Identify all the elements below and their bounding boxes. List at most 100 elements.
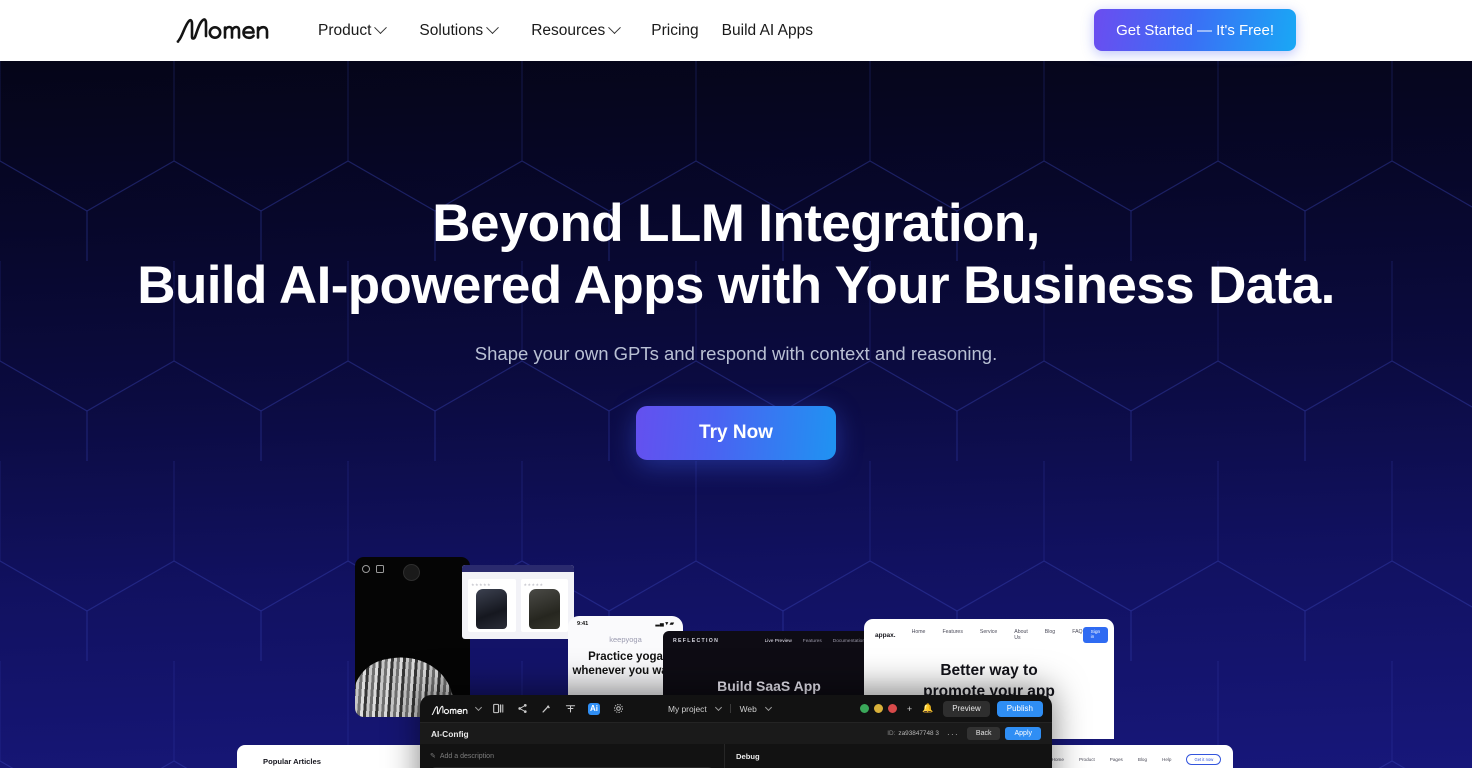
mockup-product-grid[interactable]: ★★★★★ ★★★★★ <box>462 565 574 639</box>
chevron-down-icon[interactable] <box>474 703 483 712</box>
editor-toolbar: Ai My project Web + � <box>420 695 1052 722</box>
appax-links: Home Features Service About Us Blog FAQ <box>912 629 1083 641</box>
talks-link[interactable]: Blog <box>1138 757 1147 762</box>
layout-icon[interactable] <box>492 703 504 715</box>
magic-wand-icon[interactable] <box>540 703 552 715</box>
product-header-bar <box>462 565 574 572</box>
divider <box>729 704 731 713</box>
product-image <box>528 589 560 629</box>
editor-momen-logo[interactable] <box>429 703 471 715</box>
talks-navbar: Home Product Pages Blog Help Get it now <box>1040 745 1233 765</box>
avatar[interactable] <box>886 703 898 714</box>
chevron-down-icon[interactable] <box>764 703 772 712</box>
project-name[interactable]: My project <box>668 704 707 714</box>
top-navbar: Product Solutions Resources Pricing Buil… <box>0 0 1472 61</box>
try-now-button[interactable]: Try Now <box>636 406 836 460</box>
ai-config-body: ✎ Add a description Basic Configuration … <box>420 744 1052 768</box>
preview-button[interactable]: Preview <box>943 700 990 717</box>
hero-subheadline: Shape your own GPTs and respond with con… <box>474 343 998 364</box>
layers-icon[interactable] <box>564 703 576 715</box>
nav-item-label: Build AI Apps <box>721 21 814 39</box>
nav-item-resources[interactable]: Resources <box>531 21 622 40</box>
ai-config-header: AI-Config ID: za93847748 3 ··· Back Apply <box>420 722 1052 744</box>
nav-item-pricing[interactable]: Pricing <box>651 22 698 40</box>
nav-item-product[interactable]: Product <box>318 21 388 40</box>
reflection-navbar: REFLECTION Live Preview Features Documen… <box>663 631 875 644</box>
product-image <box>476 589 508 629</box>
publish-button[interactable]: Publish <box>996 700 1043 717</box>
more-options-icon[interactable]: ··· <box>947 729 959 739</box>
mockup-popular-articles[interactable]: Popular Articles We share common trends,… <box>237 745 435 768</box>
debug-title: Debug <box>736 752 760 761</box>
editor-icon-group: Ai <box>492 702 624 715</box>
avatar[interactable] <box>872 703 884 714</box>
mockup-shoe-store[interactable] <box>355 557 470 717</box>
back-button[interactable]: Back <box>966 727 1001 740</box>
product-card[interactable]: ★★★★★ <box>468 579 516 632</box>
appax-link[interactable]: FAQ <box>1072 629 1082 641</box>
search-icon[interactable] <box>362 565 370 573</box>
editor-right-controls: + 🔔 Preview Publish <box>858 700 1043 717</box>
appax-logo: appax. <box>875 631 896 639</box>
share-icon[interactable] <box>516 703 528 715</box>
status-time: 9:41 <box>577 621 589 627</box>
nav-links: Product Solutions Resources Pricing Buil… <box>318 0 847 61</box>
appax-link[interactable]: About Us <box>1014 629 1028 641</box>
reflection-headline: Build SaaS App <box>717 678 821 694</box>
ai-config-title: AI-Config <box>431 728 469 739</box>
momen-editor-mockup[interactable]: Ai My project Web + � <box>420 695 1052 768</box>
nav-item-build-ai-apps[interactable]: Build AI Apps <box>722 22 813 40</box>
config-id-label: ID: <box>887 730 896 737</box>
talks-link[interactable]: Help <box>1162 757 1171 762</box>
avatar[interactable] <box>858 703 870 714</box>
nav-item-label: Pricing <box>651 21 699 39</box>
config-id: ID: za93847748 3 <box>887 730 939 737</box>
hero-headline: Beyond LLM Integration, Build AI-powered… <box>0 193 1472 317</box>
mockup-talks-site[interactable]: Home Product Pages Blog Help Get it now … <box>1040 745 1233 768</box>
appax-navbar: appax. Home Features Service About Us Bl… <box>864 619 1114 643</box>
appax-headline-l1: Better way to <box>940 662 1038 679</box>
hero-headline-line2: Build AI-powered Apps with Your Business… <box>137 256 1335 315</box>
product-card[interactable]: ★★★★★ <box>520 579 568 632</box>
appax-link[interactable]: Features <box>942 629 962 641</box>
reflection-link[interactable]: Live Preview <box>765 639 792 644</box>
get-started-button[interactable]: Get Started — It's Free! <box>1094 9 1296 51</box>
description-placeholder: Add a description <box>439 752 494 760</box>
rating-stars: ★★★★★ <box>471 582 491 587</box>
appax-link[interactable]: Service <box>980 629 997 641</box>
rating-stars: ★★★★★ <box>523 582 544 587</box>
chevron-down-icon <box>486 21 500 35</box>
product-row: ★★★★★ ★★★★★ <box>462 572 574 639</box>
appax-link[interactable]: Home <box>912 629 926 641</box>
nav-item-solutions[interactable]: Solutions <box>419 21 500 40</box>
talks-cta-button[interactable]: Get it now <box>1186 754 1222 765</box>
status-icons: ▂▄ ▾ ▰ <box>655 621 674 627</box>
appax-signin-button[interactable]: Sign in <box>1082 627 1109 643</box>
momen-logo[interactable] <box>176 16 272 44</box>
chevron-down-icon <box>608 21 622 35</box>
bag-icon[interactable] <box>376 565 384 573</box>
ai-icon[interactable]: Ai <box>588 702 600 715</box>
nav-item-label: Solutions <box>419 21 484 39</box>
hero-headline-line1: Beyond LLM Integration, <box>432 194 1040 253</box>
notification-bell-icon[interactable]: 🔔 <box>922 703 933 714</box>
add-description-field[interactable]: ✎ Add a description <box>430 752 714 761</box>
pencil-icon: ✎ <box>430 753 436 760</box>
debug-pane: Debug Inputs ⌃ Please configure inputs b… <box>725 744 1052 768</box>
brand-badge <box>403 564 420 581</box>
apply-button[interactable]: Apply <box>1005 727 1041 740</box>
talks-link[interactable]: Product <box>1079 757 1095 762</box>
appax-link[interactable]: Blog <box>1045 629 1055 641</box>
gear-icon[interactable] <box>612 703 624 715</box>
add-collaborator-button[interactable]: + <box>907 704 912 714</box>
nav-item-label: Product <box>318 21 372 39</box>
platform-name[interactable]: Web <box>740 704 757 714</box>
reflection-link[interactable]: Documentation <box>833 639 865 644</box>
chevron-down-icon <box>374 21 388 35</box>
talks-link[interactable]: Home <box>1052 757 1064 762</box>
chevron-down-icon[interactable] <box>714 703 722 712</box>
reflection-link[interactable]: Features <box>803 639 822 644</box>
editor-project-selector: My project Web <box>668 703 772 714</box>
nav-item-label: Resources <box>531 21 606 39</box>
talks-link[interactable]: Pages <box>1110 757 1123 762</box>
